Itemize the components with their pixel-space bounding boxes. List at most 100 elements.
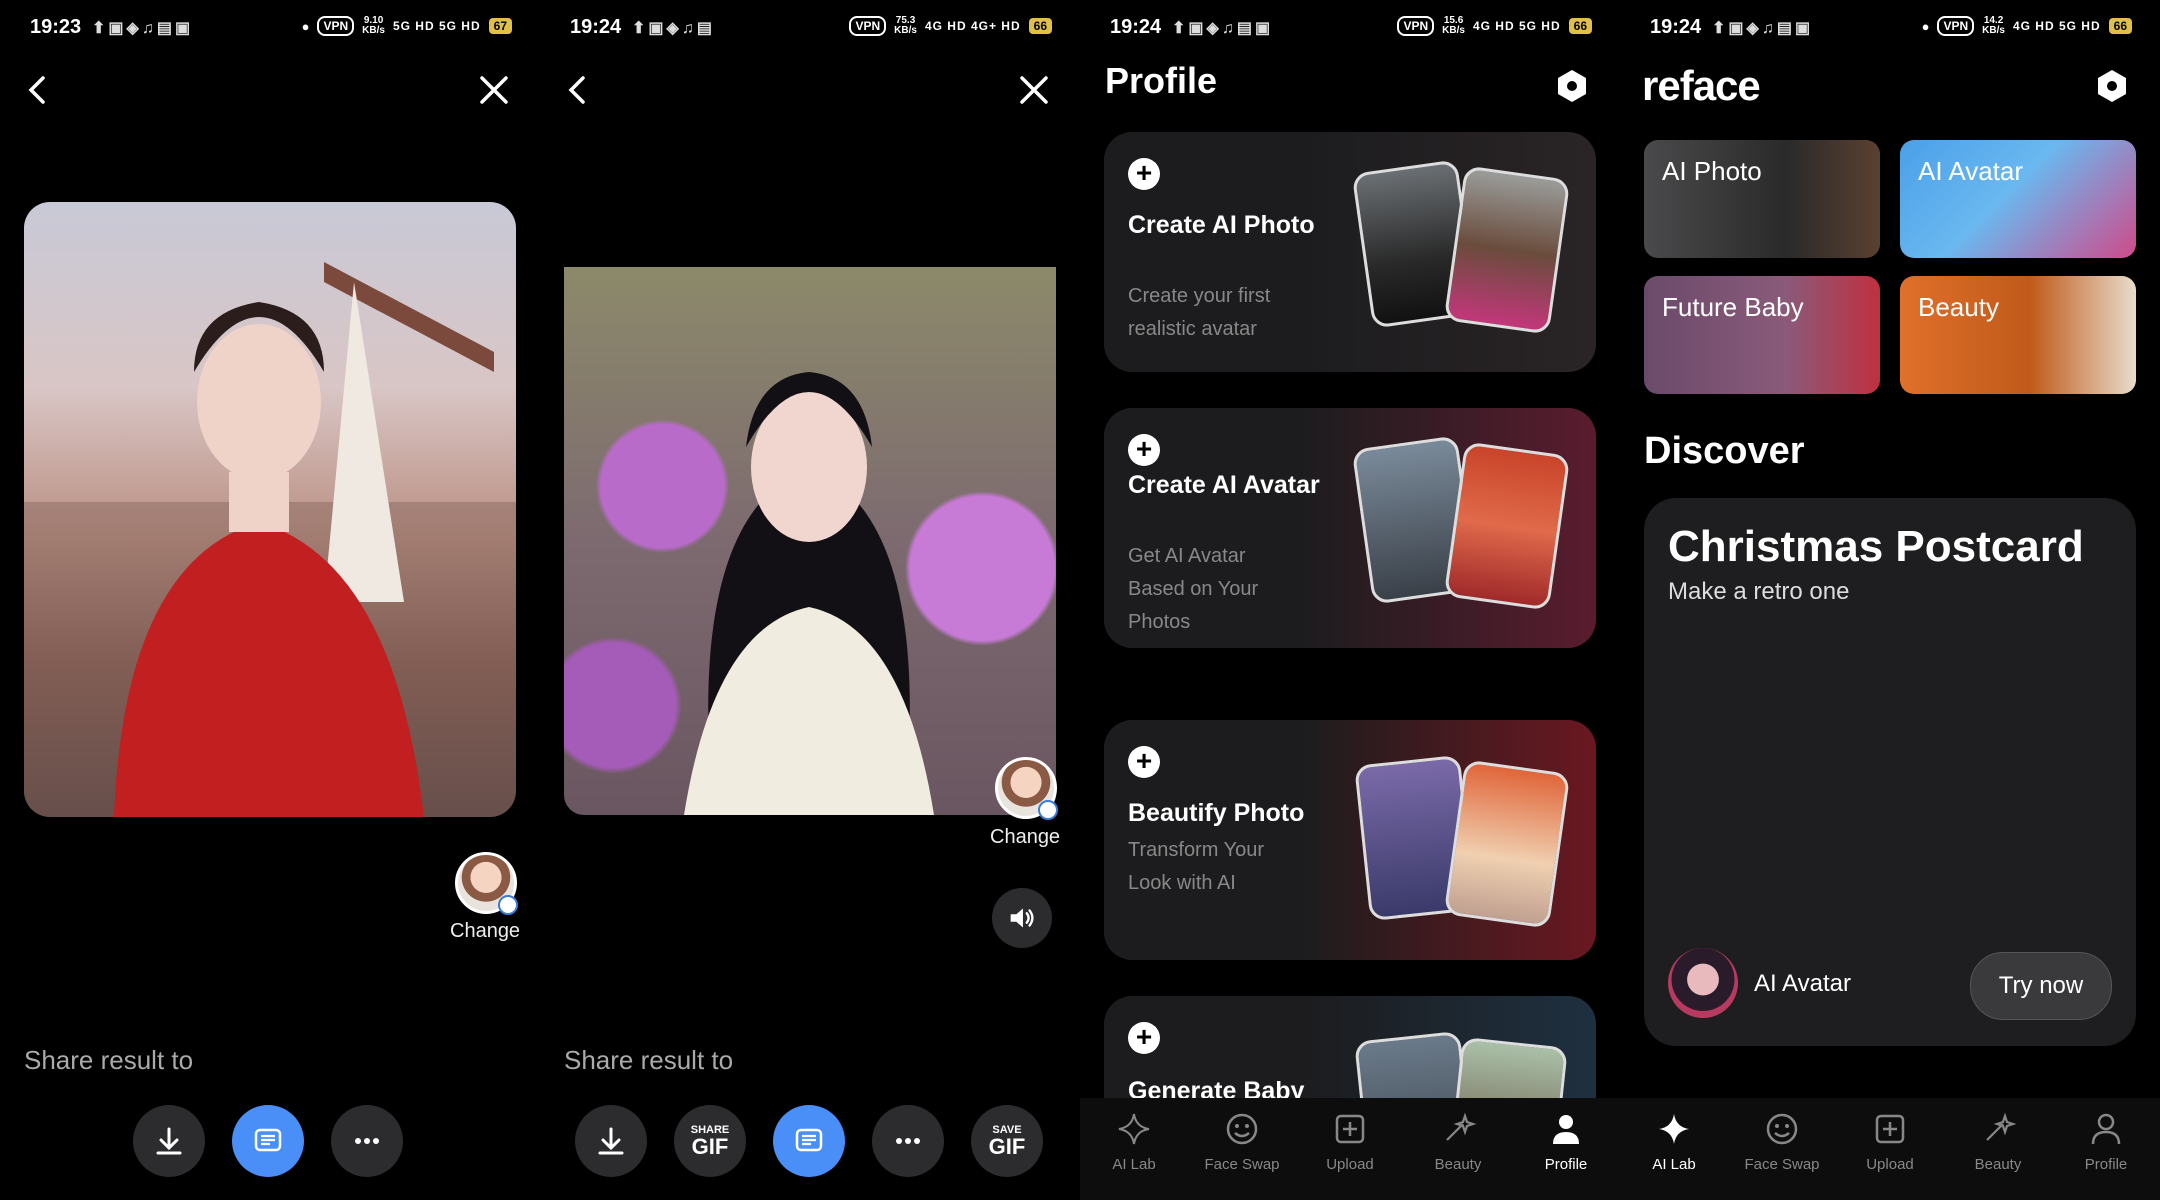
download-button[interactable]: [575, 1105, 647, 1177]
promo-card[interactable]: Christmas Postcard Make a retro one AI A…: [1644, 498, 2136, 1046]
vpn-badge: VPN: [1937, 16, 1975, 36]
nav-upload[interactable]: Upload: [1296, 1098, 1404, 1200]
signal-indicator: 4G HD 5G HD: [2012, 19, 2101, 33]
signal-indicator: 5G HD 5G HD: [392, 19, 481, 33]
vpn-badge: VPN: [849, 16, 887, 36]
card-subtitle: Create your first realistic avatar: [1128, 285, 1271, 340]
nav-face-swap[interactable]: Face Swap: [1188, 1098, 1296, 1200]
nav-beauty[interactable]: Beauty: [1404, 1098, 1512, 1200]
try-now-button[interactable]: Try now: [1970, 952, 2112, 1020]
change-label[interactable]: Change: [990, 826, 1060, 849]
download-button[interactable]: [133, 1105, 205, 1177]
share-label: Share result to: [24, 1045, 194, 1075]
sparkle-icon: [1659, 1114, 1689, 1144]
magic-wand-icon: [1446, 1112, 1477, 1141]
message-icon: [795, 1128, 823, 1152]
face-avatar-button[interactable]: [995, 757, 1058, 820]
battery-indicator: 67: [488, 18, 512, 34]
upload-icon: [1875, 1114, 1905, 1144]
create-ai-photo-card[interactable]: + Create AI Photo Create your first real…: [1104, 132, 1596, 372]
card-title: Create AI Avatar: [1128, 471, 1320, 499]
sample-photo-female: [1443, 165, 1571, 335]
back-icon[interactable]: [558, 70, 598, 110]
battery-indicator: 66: [1568, 18, 1592, 34]
message-share-button[interactable]: [232, 1105, 304, 1177]
category-ai-avatar[interactable]: AI Avatar: [1900, 140, 2136, 258]
home-screen: 19:24 ⬆▣◈♫▤▣ ● VPN 14.2 KB/s 4G HD 5G HD …: [1620, 0, 2160, 1200]
create-ai-avatar-card[interactable]: + Create AI Avatar Get AI Avatar Based o…: [1104, 408, 1596, 648]
promo-subtitle: Make a retro one: [1668, 578, 1850, 605]
nav-profile[interactable]: Profile: [2052, 1098, 2160, 1200]
share-gif-button[interactable]: SHARE GIF: [674, 1105, 746, 1177]
nav-profile[interactable]: Profile: [1512, 1098, 1620, 1200]
bottom-nav: AI Lab Face Swap Upload Beauty Profile: [1080, 1098, 1620, 1200]
vpn-badge: VPN: [1397, 16, 1435, 36]
result-screen-2: 19:24 ⬆▣◈♫▤ VPN 75.3 KB/s 4G HD 4G+ HD 66…: [540, 0, 1080, 1200]
notification-icons: ⬆▣◈♫▤: [632, 20, 715, 37]
settings-gear-icon[interactable]: [2092, 66, 2132, 106]
network-speed: 15.6 KB/s: [1442, 15, 1465, 36]
plus-icon: +: [1128, 158, 1160, 190]
result-video: [564, 267, 1056, 815]
result-screen-1: 19:23 ⬆▣◈♫▤▣ ● VPN 9.10 KB/s 5G HD 5G HD …: [0, 0, 540, 1200]
sample-avatar-redhair: [1443, 441, 1571, 611]
status-time: 19:24: [570, 16, 622, 38]
more-options-button[interactable]: [872, 1105, 944, 1177]
close-icon[interactable]: [474, 70, 514, 110]
more-options-button[interactable]: [331, 1105, 403, 1177]
back-icon[interactable]: [18, 70, 58, 110]
profile-screen: 19:24 ⬆▣◈♫▤▣ VPN 15.6 KB/s 4G HD 5G HD 66…: [1080, 0, 1620, 1200]
result-photo: [24, 202, 516, 817]
category-future-baby[interactable]: Future Baby: [1644, 276, 1880, 394]
card-subtitle: Get AI Avatar Based on Your Photos: [1128, 545, 1259, 628]
message-icon: [254, 1128, 282, 1152]
person-icon: [2091, 1113, 2121, 1145]
nav-face-swap[interactable]: Face Swap: [1728, 1098, 1836, 1200]
status-time: 19:23: [30, 16, 82, 38]
upload-icon: [1335, 1114, 1365, 1144]
nav-upload[interactable]: Upload: [1836, 1098, 1944, 1200]
promo-avatar: [1668, 948, 1738, 1018]
location-icon: ●: [301, 18, 310, 34]
nav-beauty[interactable]: Beauty: [1944, 1098, 2052, 1200]
promo-title: Christmas Postcard: [1668, 522, 2084, 571]
face-avatar-button[interactable]: [455, 852, 518, 915]
status-bar: 19:24 ⬆▣◈♫▤▣ ● VPN 14.2 KB/s 4G HD 5G HD …: [1620, 0, 2160, 56]
notification-icons: ⬆▣◈♫▤▣: [1712, 20, 1814, 37]
page-title: Profile: [1105, 60, 1218, 101]
battery-indicator: 66: [2108, 18, 2132, 34]
status-bar: 19:23 ⬆▣◈♫▤▣ ● VPN 9.10 KB/s 5G HD 5G HD …: [0, 0, 540, 56]
save-gif-button[interactable]: SAVE GIF: [971, 1105, 1043, 1177]
sparkle-icon: [1118, 1113, 1150, 1145]
sound-toggle-button[interactable]: [992, 888, 1052, 948]
category-ai-photo[interactable]: AI Photo: [1644, 140, 1880, 258]
face-icon: [1226, 1113, 1258, 1145]
face-icon: [1766, 1113, 1798, 1145]
status-time: 19:24: [1110, 16, 1162, 38]
discover-heading: Discover: [1644, 430, 1805, 472]
status-bar: 19:24 ⬆▣◈♫▤ VPN 75.3 KB/s 4G HD 4G+ HD 66: [540, 0, 1080, 56]
nav-ai-lab[interactable]: AI Lab: [1620, 1098, 1728, 1200]
app-logo: reface: [1642, 62, 1761, 109]
promo-feature-name: AI Avatar: [1754, 970, 1851, 997]
network-speed: 75.3 KB/s: [894, 15, 917, 36]
category-beauty[interactable]: Beauty: [1900, 276, 2136, 394]
download-icon: [598, 1127, 624, 1155]
more-icon: [896, 1138, 920, 1144]
sample-beauty-2: [1443, 759, 1571, 929]
message-share-button[interactable]: [773, 1105, 845, 1177]
location-icon: ●: [1921, 18, 1930, 34]
beautify-photo-card[interactable]: + Beautify Photo Transform Your Look wit…: [1104, 720, 1596, 960]
signal-indicator: 4G HD 4G+ HD: [924, 19, 1021, 33]
nav-ai-lab[interactable]: AI Lab: [1080, 1098, 1188, 1200]
more-icon: [355, 1138, 379, 1144]
plus-icon: +: [1128, 1022, 1160, 1054]
speaker-icon: [1010, 908, 1034, 928]
status-time: 19:24: [1650, 16, 1702, 38]
magic-wand-icon: [1986, 1112, 2017, 1141]
settings-gear-icon[interactable]: [1552, 66, 1592, 106]
change-label[interactable]: Change: [450, 920, 520, 943]
person-icon: [1553, 1115, 1579, 1144]
close-icon[interactable]: [1014, 70, 1054, 110]
notification-icons: ⬆▣◈♫▤▣: [92, 20, 194, 37]
